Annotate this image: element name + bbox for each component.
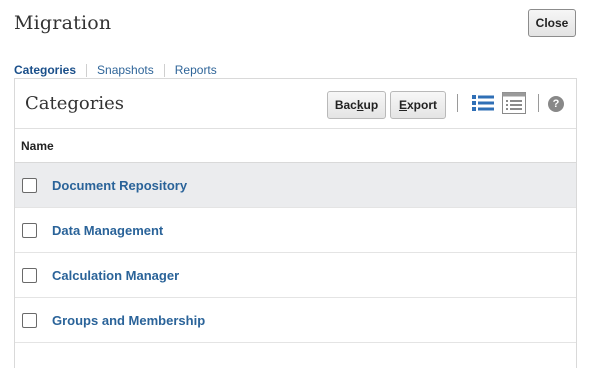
row-checkbox[interactable]	[22, 177, 37, 193]
table-row[interactable]: Document Repository	[15, 163, 576, 208]
row-checkbox[interactable]	[22, 267, 37, 283]
export-label-suffix: xport	[407, 98, 437, 112]
tab-snapshots[interactable]: Snapshots	[97, 63, 154, 77]
row-checkbox[interactable]	[22, 222, 37, 238]
category-link-groups-and-membership[interactable]: Groups and Membership	[52, 313, 205, 328]
categories-panel: Categories Bac k up Export ? Name Docume…	[14, 78, 577, 368]
tab-divider	[163, 63, 165, 77]
panel-title: Categories	[25, 93, 124, 114]
table-row[interactable]: Data Management	[15, 208, 576, 253]
page-title: Migration	[14, 12, 112, 34]
table-view-icon[interactable]	[502, 92, 526, 114]
toolbar-divider	[457, 94, 458, 112]
table-row[interactable]: Calculation Manager	[15, 253, 576, 298]
table-row[interactable]: Groups and Membership	[15, 298, 576, 343]
list-view-icon[interactable]	[472, 94, 494, 112]
row-checkbox[interactable]	[22, 312, 37, 328]
backup-label-suffix: up	[363, 98, 379, 112]
tab-reports[interactable]: Reports	[175, 63, 217, 77]
tab-bar: Categories Snapshots Reports	[14, 63, 217, 77]
category-link-document-repository[interactable]: Document Repository	[52, 178, 187, 193]
tab-categories[interactable]: Categories	[14, 63, 76, 77]
category-link-data-management[interactable]: Data Management	[52, 223, 163, 238]
toolbar-divider	[538, 94, 539, 112]
export-button[interactable]: Export	[390, 91, 446, 119]
export-mnemonic: E	[398, 98, 407, 112]
tab-divider	[86, 63, 88, 77]
close-button[interactable]: Close	[528, 9, 576, 37]
column-header-name[interactable]: Name	[15, 129, 576, 163]
panel-header: Categories Bac k up Export ?	[15, 79, 576, 129]
backup-label-prefix: Bac	[334, 98, 357, 112]
backup-mnemonic: k	[356, 98, 364, 112]
backup-button[interactable]: Bac k up	[327, 91, 386, 119]
help-icon[interactable]: ?	[548, 96, 564, 112]
category-link-calculation-manager[interactable]: Calculation Manager	[52, 268, 179, 283]
